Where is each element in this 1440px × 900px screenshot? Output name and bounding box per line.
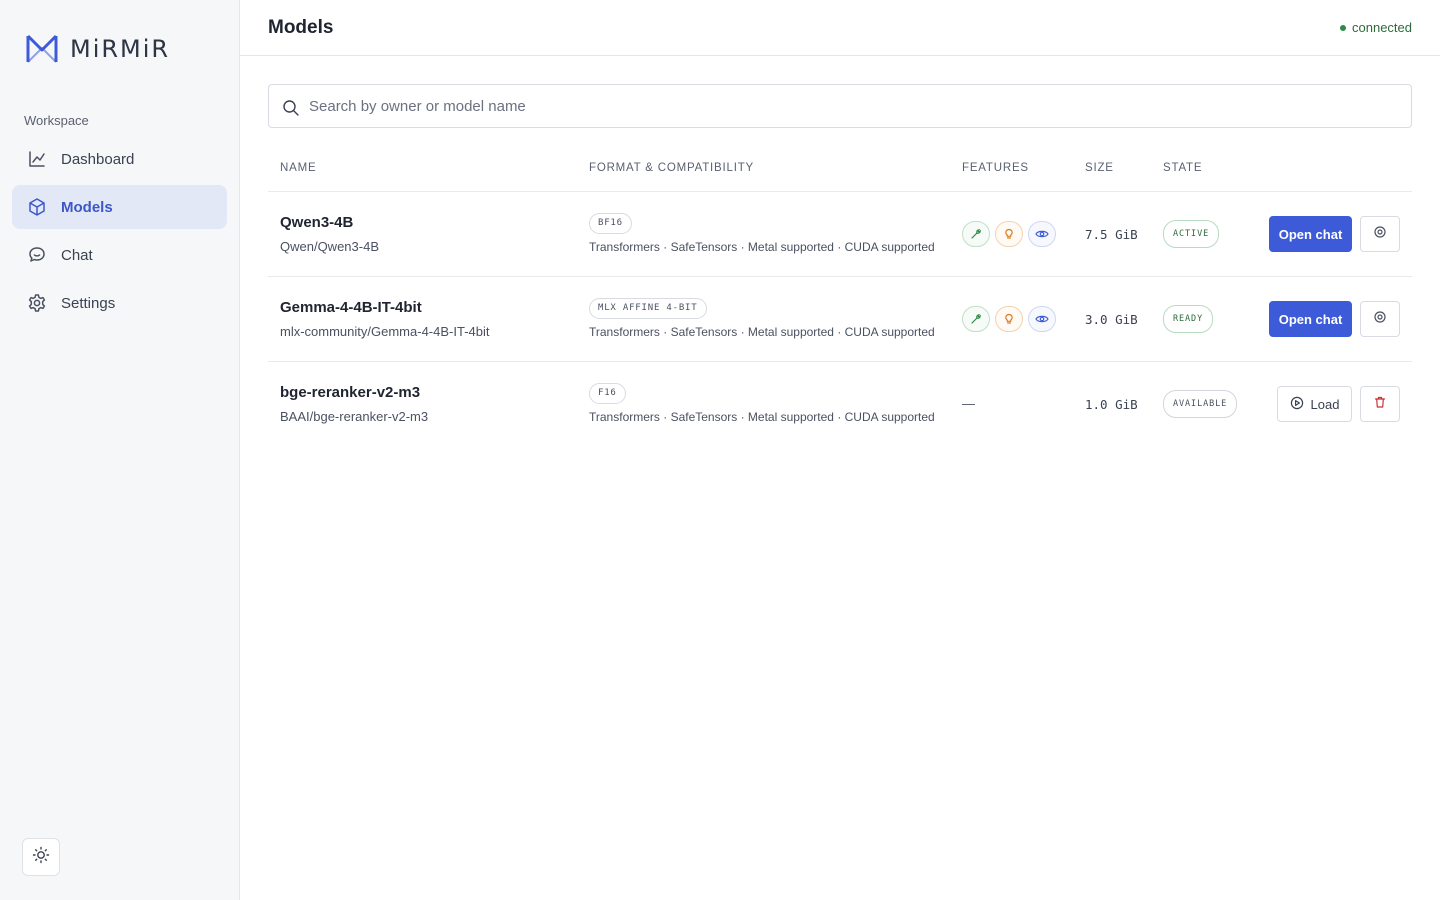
sidebar-item-settings[interactable]: Settings xyxy=(12,281,227,325)
features-cell xyxy=(962,306,1056,332)
models-table: NAME FORMAT & COMPATIBILITY FEATURES SIZ… xyxy=(268,146,1412,447)
size-value: 7.5 GiB xyxy=(1085,227,1138,242)
format-badge: F16 xyxy=(589,383,626,404)
target-icon xyxy=(1373,225,1387,244)
mirmir-logo-icon xyxy=(26,34,58,64)
sidebar-item-label: Settings xyxy=(61,294,116,312)
sidebar-item-label: Chat xyxy=(61,246,93,264)
brand[interactable]: MiRMiR xyxy=(26,34,170,64)
search-input[interactable] xyxy=(309,95,1399,117)
model-name: Qwen3-4B xyxy=(280,214,354,231)
sidebar-item-models[interactable]: Models xyxy=(12,185,227,229)
open-chat-button[interactable]: Open chat xyxy=(1269,216,1352,252)
reasoning-icon xyxy=(995,221,1023,247)
column-header-format[interactable]: FORMAT & COMPATIBILITY xyxy=(589,162,754,174)
tools-icon xyxy=(962,306,990,332)
model-id: BAAI/bge-reranker-v2-m3 xyxy=(280,409,429,424)
load-button-label: Load xyxy=(1310,396,1340,412)
sidebar: MiRMiR Workspace Dashboard Models Chat S… xyxy=(0,0,240,900)
table-row[interactable]: Qwen3-4B Qwen/Qwen3-4B BF16 Transformers… xyxy=(268,192,1412,277)
sidebar-item-dashboard[interactable]: Dashboard xyxy=(12,137,227,181)
delete-button[interactable] xyxy=(1360,386,1400,422)
search-bar xyxy=(268,84,1412,128)
play-circle-icon xyxy=(1290,396,1304,413)
sun-icon xyxy=(32,846,50,869)
features-cell xyxy=(962,221,1056,247)
trash-icon xyxy=(1373,395,1387,414)
sidebar-item-chat[interactable]: Chat xyxy=(12,233,227,277)
tools-icon xyxy=(962,221,990,247)
theme-toggle-button[interactable] xyxy=(22,838,60,876)
page-title: Models xyxy=(268,17,334,38)
status-text: connected xyxy=(1352,20,1412,35)
column-header-features[interactable]: FEATURES xyxy=(962,162,1029,174)
size-value: 3.0 GiB xyxy=(1085,312,1138,327)
model-id: Qwen/Qwen3-4B xyxy=(280,239,379,254)
model-name-cell: Gemma-4-4B-IT-4bit mlx-community/Gemma-4… xyxy=(280,299,489,339)
open-chat-button[interactable]: Open chat xyxy=(1269,301,1352,337)
gear-icon xyxy=(27,293,47,313)
model-name: bge-reranker-v2-m3 xyxy=(280,384,421,401)
format-cell: F16 Transformers · SafeTensors · Metal s… xyxy=(589,382,935,424)
reasoning-icon xyxy=(995,306,1023,332)
load-button[interactable]: Load xyxy=(1277,386,1352,422)
model-name: Gemma-4-4B-IT-4bit xyxy=(280,299,422,316)
chat-bubble-icon xyxy=(27,245,47,265)
format-cell: BF16 Transformers · SafeTensors · Metal … xyxy=(589,212,935,254)
sidebar-item-label: Dashboard xyxy=(61,150,135,168)
model-name-cell: bge-reranker-v2-m3 BAAI/bge-reranker-v2-… xyxy=(280,384,428,424)
column-header-size[interactable]: SIZE xyxy=(1085,162,1114,174)
format-cell: MLX AFFINE 4-BIT Transformers · SafeTens… xyxy=(589,297,935,339)
table-row[interactable]: Gemma-4-4B-IT-4bit mlx-community/Gemma-4… xyxy=(268,277,1412,362)
vision-icon xyxy=(1028,306,1056,332)
status-badge: READY xyxy=(1163,305,1214,333)
features-empty: — xyxy=(962,396,975,411)
sidebar-nav: Dashboard Models Chat Settings xyxy=(12,137,227,329)
target-icon xyxy=(1373,310,1387,329)
chart-line-icon xyxy=(27,149,47,169)
status-dot xyxy=(1340,24,1346,31)
table-row[interactable]: bge-reranker-v2-m3 BAAI/bge-reranker-v2-… xyxy=(268,362,1412,447)
status-badge: AVAILABLE xyxy=(1163,390,1238,418)
vision-icon xyxy=(1028,221,1056,247)
format-badge: MLX AFFINE 4-BIT xyxy=(589,298,707,319)
connection-status: connected xyxy=(1340,20,1412,35)
details-button[interactable] xyxy=(1360,216,1400,252)
compatibility-text: Transformers · SafeTensors · Metal suppo… xyxy=(589,325,935,339)
compatibility-text: Transformers · SafeTensors · Metal suppo… xyxy=(589,240,935,254)
format-badge: BF16 xyxy=(589,213,632,234)
brand-name: MiRMiR xyxy=(70,35,171,63)
header: Models connected xyxy=(240,0,1440,56)
size-value: 1.0 GiB xyxy=(1085,397,1138,412)
table-header: NAME FORMAT & COMPATIBILITY FEATURES SIZ… xyxy=(268,146,1412,192)
compatibility-text: Transformers · SafeTensors · Metal suppo… xyxy=(589,410,935,424)
model-name-cell: Qwen3-4B Qwen/Qwen3-4B xyxy=(280,214,379,254)
model-id: mlx-community/Gemma-4-4B-IT-4bit xyxy=(280,324,490,339)
details-button[interactable] xyxy=(1360,301,1400,337)
sidebar-section-label: Workspace xyxy=(24,113,89,128)
column-header-state[interactable]: STATE xyxy=(1163,162,1202,174)
cube-icon xyxy=(27,197,47,217)
status-badge: ACTIVE xyxy=(1163,220,1220,248)
sidebar-item-label: Models xyxy=(61,198,113,216)
column-header-name[interactable]: NAME xyxy=(280,162,316,174)
